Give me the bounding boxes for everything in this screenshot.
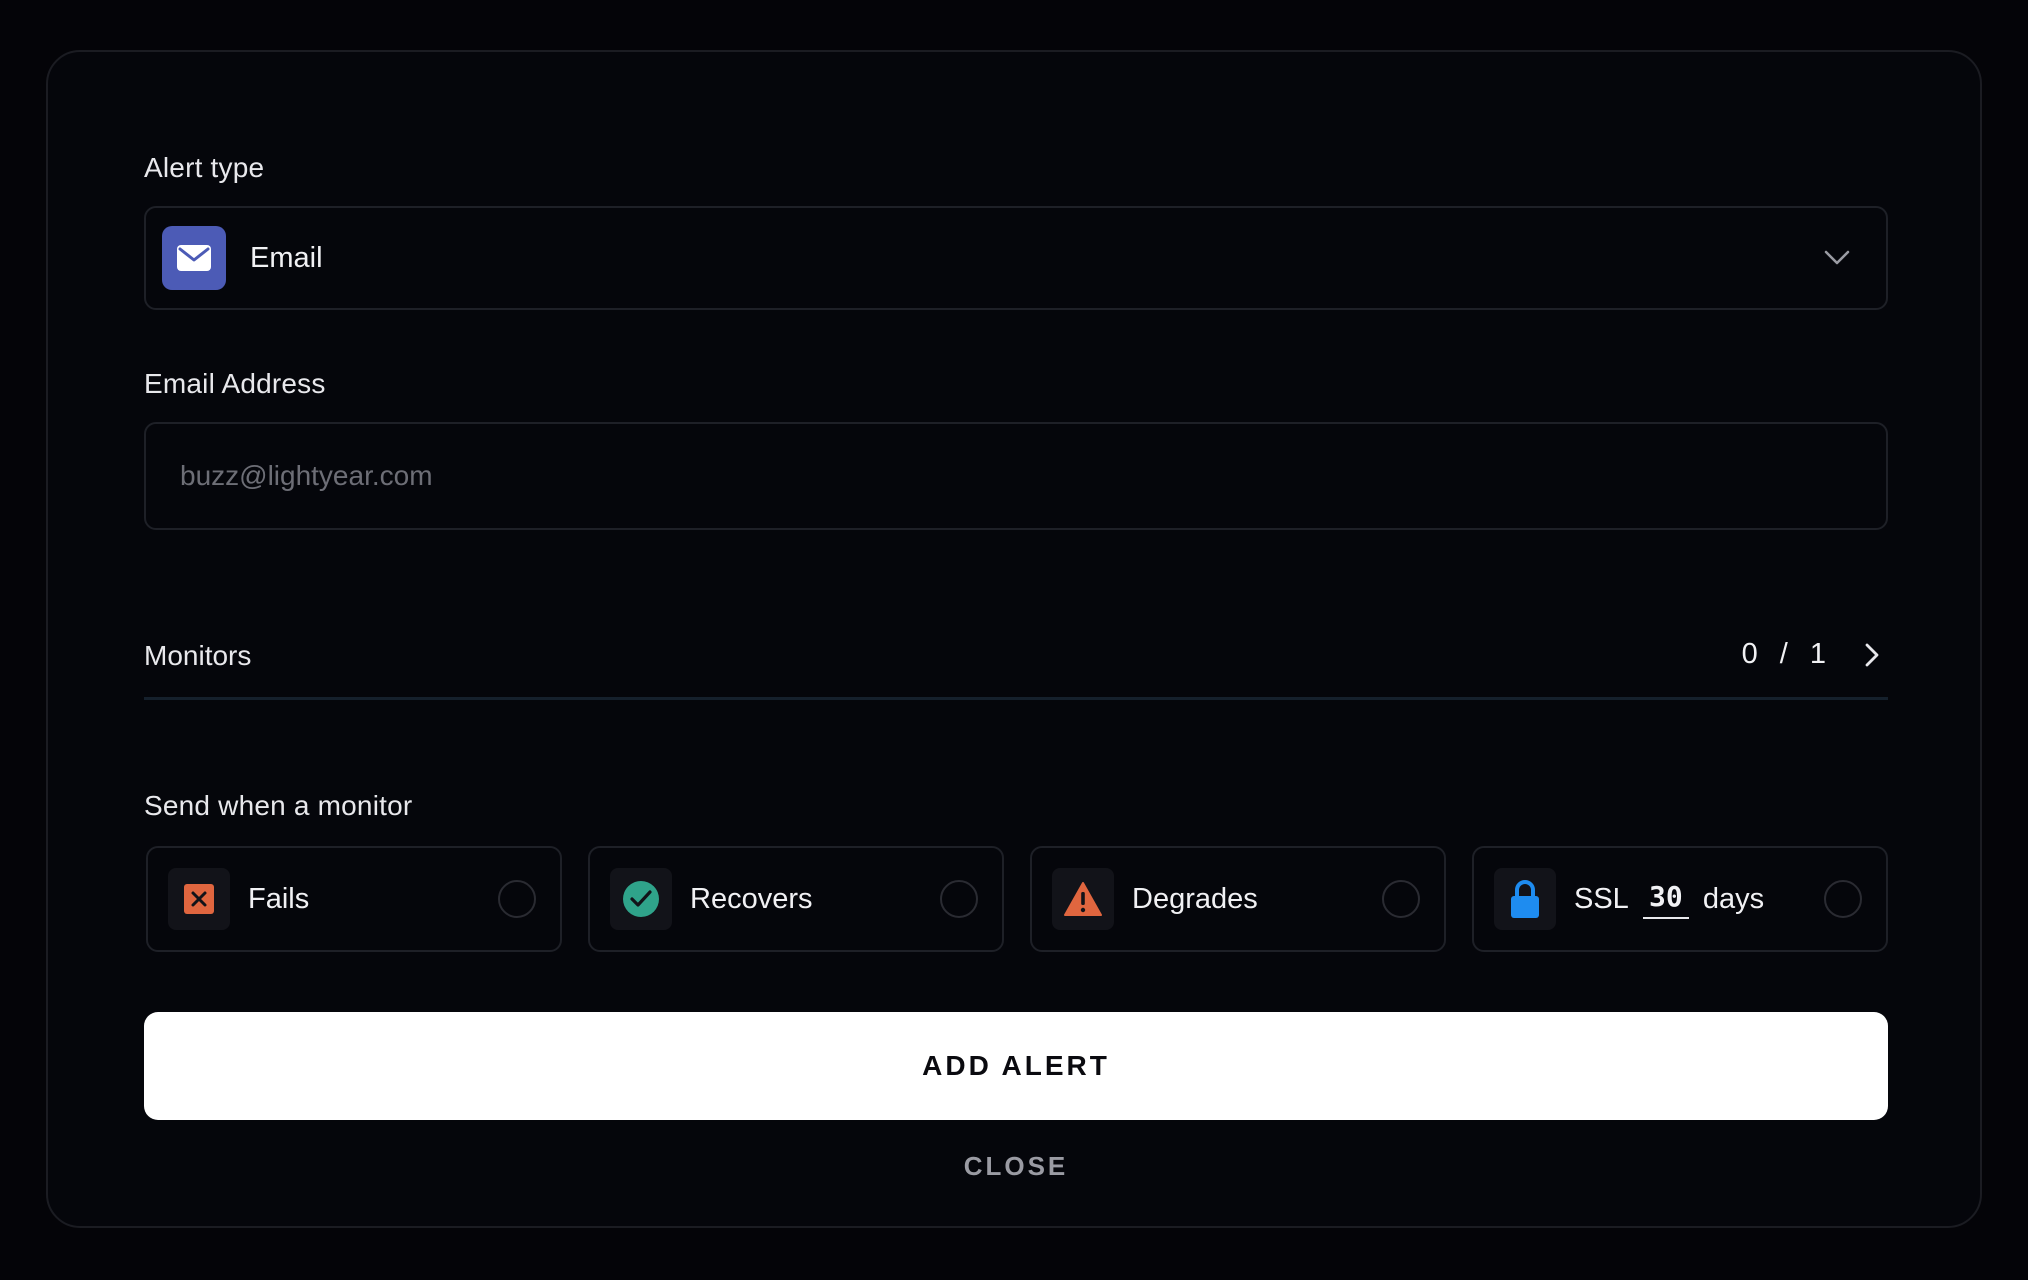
mail-icon — [162, 226, 226, 290]
trigger-recovers-radio[interactable] — [940, 880, 978, 918]
trigger-ssl-label: SSL — [1574, 882, 1629, 915]
trigger-options: Fails Recovers Degrades SSL 30 days — [144, 846, 1888, 954]
ssl-days-input[interactable]: 30 — [1642, 880, 1689, 919]
ssl-days-unit: days — [1702, 882, 1765, 915]
lock-icon — [1494, 868, 1556, 930]
trigger-degrades-label: Degrades — [1132, 882, 1258, 915]
trigger-option-ssl[interactable]: SSL 30 days — [1472, 846, 1888, 952]
alert-type-label: Alert type — [144, 152, 265, 183]
trigger-ssl-radio[interactable] — [1824, 880, 1862, 918]
monitors-total-count: 1 — [1809, 638, 1826, 670]
monitors-count-separator: / — [1779, 638, 1788, 670]
trigger-option-fails[interactable]: Fails — [146, 846, 562, 952]
monitors-selector[interactable]: Monitors 0 / 1 — [144, 622, 1888, 700]
trigger-fails-radio[interactable] — [498, 880, 536, 918]
monitors-label: Monitors — [144, 639, 252, 671]
warning-triangle-icon — [1052, 868, 1114, 930]
alert-type-value: Email — [250, 241, 323, 274]
x-square-icon — [168, 868, 230, 930]
trigger-degrades-radio[interactable] — [1382, 880, 1420, 918]
send-when-label: Send when a monitor — [144, 790, 413, 821]
close-button[interactable]: CLOSE — [144, 1144, 1888, 1188]
add-alert-button[interactable]: ADD ALERT — [144, 1012, 1888, 1120]
chevron-down-icon — [1824, 250, 1850, 266]
monitors-selected-count: 0 — [1741, 638, 1758, 670]
email-address-input[interactable] — [144, 422, 1888, 530]
chevron-right-icon — [1864, 642, 1880, 668]
trigger-option-recovers[interactable]: Recovers — [588, 846, 1004, 952]
check-circle-icon — [610, 868, 672, 930]
alert-type-select[interactable]: Email — [144, 206, 1888, 310]
trigger-option-degrades[interactable]: Degrades — [1030, 846, 1446, 952]
email-address-label: Email Address — [144, 368, 326, 399]
add-alert-modal: Alert type Email Email Address Monitors … — [46, 50, 1982, 1228]
trigger-fails-label: Fails — [248, 882, 310, 915]
monitors-count: 0 / 1 — [1742, 638, 1826, 671]
trigger-recovers-label: Recovers — [690, 882, 813, 915]
